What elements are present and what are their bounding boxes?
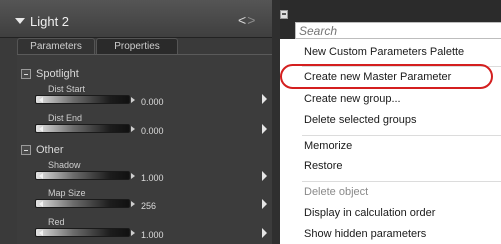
context-menu: New Custom Parameters Palette Create new… — [280, 39, 501, 244]
panel-title: Light 2 — [30, 14, 70, 29]
expand-arrow-icon[interactable] — [262, 199, 267, 209]
menu-item-create-new-group[interactable]: Create new group... — [304, 93, 401, 105]
collapse-triangle-icon[interactable] — [15, 18, 25, 24]
collapse-minus-icon[interactable] — [21, 145, 31, 155]
slider-left-arrow-icon[interactable] — [39, 173, 43, 179]
slider-left-arrow-icon[interactable] — [39, 97, 43, 103]
panel-divider — [272, 0, 280, 244]
menu-item-memorize[interactable]: Memorize — [304, 140, 352, 152]
slider-left-arrow-icon[interactable] — [39, 126, 43, 132]
menu-item-display-in-calculation-order[interactable]: Display in calculation order — [304, 207, 435, 219]
param-value-shadow[interactable]: 1.000 — [141, 173, 164, 183]
red-highlight-oval — [280, 64, 493, 89]
slider-right-arrow-icon[interactable] — [131, 201, 135, 207]
param-value-dist-end[interactable]: 0.000 — [141, 126, 164, 136]
menu-item-delete-selected-groups[interactable]: Delete selected groups — [304, 114, 417, 126]
tab-properties[interactable]: Properties — [96, 38, 178, 54]
group-label: Other — [36, 144, 64, 156]
slider-red[interactable] — [35, 228, 130, 237]
slider-dist-start[interactable] — [35, 95, 130, 104]
param-label-dist-end: Dist End — [48, 113, 83, 123]
param-label-shadow: Shadow — [48, 160, 81, 170]
menu-separator — [302, 181, 501, 182]
expand-arrow-icon[interactable] — [262, 171, 267, 181]
collapse-minus-icon[interactable] — [21, 69, 31, 79]
expand-arrow-icon[interactable] — [262, 124, 267, 134]
group-other[interactable]: Other — [17, 142, 272, 159]
expand-arrow-icon[interactable] — [262, 228, 267, 238]
slider-dist-end[interactable] — [35, 124, 130, 133]
menu-item-restore[interactable]: Restore — [304, 160, 343, 172]
next-arrow-icon[interactable]: > — [247, 12, 256, 28]
nav-arrows: <> — [238, 12, 256, 28]
slider-left-arrow-icon[interactable] — [39, 201, 43, 207]
menu-item-delete-object: Delete object — [304, 186, 369, 198]
slider-map-size[interactable] — [35, 199, 130, 208]
panel-titlebar: Light 2 <> — [0, 0, 272, 38]
slider-right-arrow-icon[interactable] — [131, 97, 135, 103]
param-value-red[interactable]: 1.000 — [141, 230, 164, 240]
search-input[interactable] — [295, 22, 501, 39]
previous-arrow-icon[interactable]: < — [238, 12, 247, 28]
slider-left-arrow-icon[interactable] — [39, 230, 43, 236]
group-label: Spotlight — [36, 68, 79, 80]
parameters-panel: Light 2 <> Parameters Properties Spotlig… — [0, 0, 272, 244]
param-label-dist-start: Dist Start — [48, 84, 86, 94]
param-value-map-size[interactable]: 256 — [141, 201, 156, 211]
menu-separator — [302, 135, 501, 136]
menu-item-show-hidden-parameters[interactable]: Show hidden parameters — [304, 228, 426, 240]
slider-right-arrow-icon[interactable] — [131, 126, 135, 132]
expand-arrow-icon[interactable] — [262, 94, 267, 104]
slider-right-arrow-icon[interactable] — [131, 230, 135, 236]
slider-right-arrow-icon[interactable] — [131, 173, 135, 179]
menu-item-new-custom-parameters-palette[interactable]: New Custom Parameters Palette — [304, 46, 464, 58]
param-label-red: Red — [48, 217, 65, 227]
palette-menu-icon[interactable] — [280, 10, 288, 19]
slider-shadow[interactable] — [35, 171, 130, 180]
param-value-dist-start[interactable]: 0.000 — [141, 97, 164, 107]
param-label-map-size: Map Size — [48, 188, 86, 198]
tab-parameters[interactable]: Parameters — [17, 38, 95, 54]
group-spotlight[interactable]: Spotlight — [17, 66, 272, 83]
